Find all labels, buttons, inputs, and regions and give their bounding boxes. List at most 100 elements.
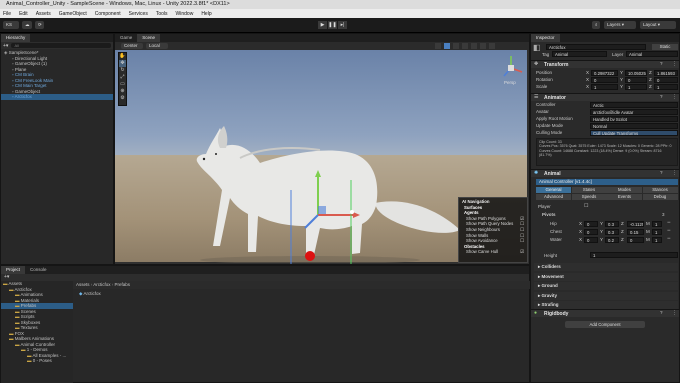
- tab-project[interactable]: Project: [1, 266, 26, 274]
- pivot-x-field[interactable]: 0: [584, 229, 598, 235]
- tag-dropdown[interactable]: Animal: [552, 51, 607, 57]
- scene-view-icon[interactable]: [435, 43, 441, 49]
- pivot-m-field[interactable]: 1: [652, 237, 662, 243]
- transform-x-field[interactable]: 0.2987322: [591, 70, 618, 76]
- foldout-movement[interactable]: ▸ Movement: [534, 272, 678, 281]
- menu-item-gameobject[interactable]: GameObject: [59, 11, 87, 17]
- add-icon[interactable]: +▾: [3, 43, 8, 49]
- gizmos-icon[interactable]: [489, 43, 495, 49]
- checkbox-icon[interactable]: ☑: [520, 249, 524, 255]
- menu-item-help[interactable]: Help: [201, 11, 211, 17]
- height-field[interactable]: 1: [590, 252, 678, 258]
- pivot-y-field[interactable]: 0.2: [605, 237, 619, 243]
- pivot-m-field[interactable]: 1: [652, 229, 662, 235]
- animal-tab-states[interactable]: States: [571, 187, 607, 193]
- menu-item-file[interactable]: File: [3, 11, 11, 17]
- animal-tab-speeds[interactable]: Speeds: [571, 194, 607, 200]
- breadcrumb-item[interactable]: Assets: [76, 282, 90, 287]
- pivot-x-field[interactable]: 0: [584, 221, 598, 227]
- tab-inspector[interactable]: Inspector: [531, 34, 560, 42]
- foldout-strafing[interactable]: ▸ Strafing: [534, 301, 678, 309]
- rotate-tool-icon[interactable]: ↻: [119, 67, 126, 74]
- breadcrumb-item[interactable]: Arcticfox: [93, 282, 110, 287]
- animal-tab-stances[interactable]: Stances: [642, 187, 678, 193]
- transform-z-field[interactable]: 0: [654, 77, 678, 83]
- menu-item-component[interactable]: Component: [95, 11, 121, 17]
- animator-field[interactable]: Arctic: [590, 102, 678, 108]
- help-icon[interactable]: ?: [660, 170, 663, 175]
- pivot-y-field[interactable]: 0.3: [605, 229, 619, 235]
- cloud-icon[interactable]: ☁: [22, 21, 32, 29]
- transform-gizmo[interactable]: [285, 160, 375, 265]
- add-component-button[interactable]: Add Component: [565, 321, 645, 328]
- transform-x-field[interactable]: 1: [591, 84, 618, 90]
- lighting-icon[interactable]: [462, 43, 468, 49]
- tab-game[interactable]: Game: [115, 34, 137, 42]
- animator-header[interactable]: Animator: [531, 93, 679, 101]
- menu-item-window[interactable]: Window: [176, 11, 194, 17]
- component-menu-icon[interactable]: ⋮: [672, 170, 677, 176]
- layers-dropdown[interactable]: Layers ▾: [604, 21, 636, 29]
- component-menu-icon[interactable]: ⋮: [672, 94, 677, 100]
- animator-field[interactable]: Handled by Script: [590, 116, 678, 122]
- animal-header[interactable]: Animal: [531, 169, 679, 177]
- animal-tab-advanced[interactable]: Advanced: [536, 194, 571, 200]
- hand-tool-icon[interactable]: ✋: [119, 53, 126, 60]
- component-menu-icon[interactable]: ⋮: [672, 310, 677, 316]
- pivot-rotation-dropdown[interactable]: Local: [146, 43, 168, 49]
- pivot-m-field[interactable]: 1: [652, 221, 662, 227]
- orientation-gizmo[interactable]: Persp: [496, 52, 526, 86]
- remove-pivot-icon[interactable]: −: [667, 236, 671, 242]
- menu-item-edit[interactable]: Edit: [19, 11, 28, 17]
- shading-icon[interactable]: [444, 43, 450, 49]
- transform-x-field[interactable]: 0: [591, 77, 618, 83]
- help-icon[interactable]: ?: [660, 61, 663, 66]
- pivot-x-field[interactable]: 0: [584, 237, 598, 243]
- audio-icon[interactable]: [471, 43, 477, 49]
- move-tool-icon[interactable]: ✥: [119, 60, 126, 67]
- foldout-gravity[interactable]: ▸ Gravity: [534, 291, 678, 300]
- transform-header[interactable]: Transform: [531, 60, 679, 68]
- layout-dropdown[interactable]: Layout ▾: [640, 21, 676, 29]
- foldout-ground[interactable]: ▸ Ground: [534, 282, 678, 290]
- transform-z-field[interactable]: 1.861593: [654, 70, 678, 76]
- rect-tool-icon[interactable]: ▭: [119, 81, 126, 88]
- pivot-z-field[interactable]: 0.15: [627, 229, 644, 235]
- step-button[interactable]: ▸|: [338, 21, 347, 29]
- transform-tool-icon[interactable]: ⊕: [119, 88, 126, 95]
- ai-nav-toggle[interactable]: Show Carve Hull ☑: [462, 249, 524, 255]
- animal-tab-debug[interactable]: Debug: [642, 194, 678, 200]
- menu-item-assets[interactable]: Assets: [36, 11, 51, 17]
- animator-field[interactable]: Cull Update Transforms: [590, 130, 678, 136]
- animal-tab-general[interactable]: General: [536, 187, 571, 193]
- player-checkbox[interactable]: ☐: [584, 203, 588, 209]
- remove-pivot-icon[interactable]: −: [667, 220, 671, 226]
- help-icon[interactable]: ?: [660, 310, 663, 315]
- foldout-colliders[interactable]: ▸ Colliders: [534, 263, 678, 271]
- object-name-input[interactable]: Arcticfox: [546, 44, 646, 50]
- animator-field[interactable]: Normal: [590, 123, 678, 129]
- component-menu-icon[interactable]: ⋮: [672, 61, 677, 67]
- static-toggle[interactable]: Static: [652, 44, 678, 50]
- menu-item-tools[interactable]: Tools: [156, 11, 168, 17]
- pause-button[interactable]: ❚❚: [328, 21, 337, 29]
- pivot-mode-dropdown[interactable]: Center: [121, 43, 143, 49]
- breadcrumb-item[interactable]: Prefabs: [115, 282, 131, 287]
- effects-icon[interactable]: [480, 43, 486, 49]
- transform-z-field[interactable]: 1: [654, 84, 678, 90]
- scale-tool-icon[interactable]: ⤢: [119, 74, 126, 81]
- 2d-toggle-icon[interactable]: [453, 43, 459, 49]
- pivot-z-field[interactable]: 0: [627, 237, 644, 243]
- play-button[interactable]: ▶: [318, 21, 327, 29]
- animal-tab-events[interactable]: Events: [607, 194, 642, 200]
- search-icon[interactable]: ⌕: [592, 21, 600, 29]
- rigidbody-header[interactable]: Rigidbody: [531, 309, 679, 317]
- account-button[interactable]: KS: [3, 21, 19, 29]
- pivot-y-field[interactable]: 0.3: [605, 221, 619, 227]
- help-icon[interactable]: ?: [660, 94, 663, 99]
- menu-item-services[interactable]: Services: [129, 11, 148, 17]
- tab-scene[interactable]: Scene: [137, 34, 161, 42]
- project-add-icon[interactable]: +▾: [4, 274, 9, 280]
- collab-icon[interactable]: ⟳: [35, 21, 44, 29]
- animal-tab-modes[interactable]: Modes: [607, 187, 642, 193]
